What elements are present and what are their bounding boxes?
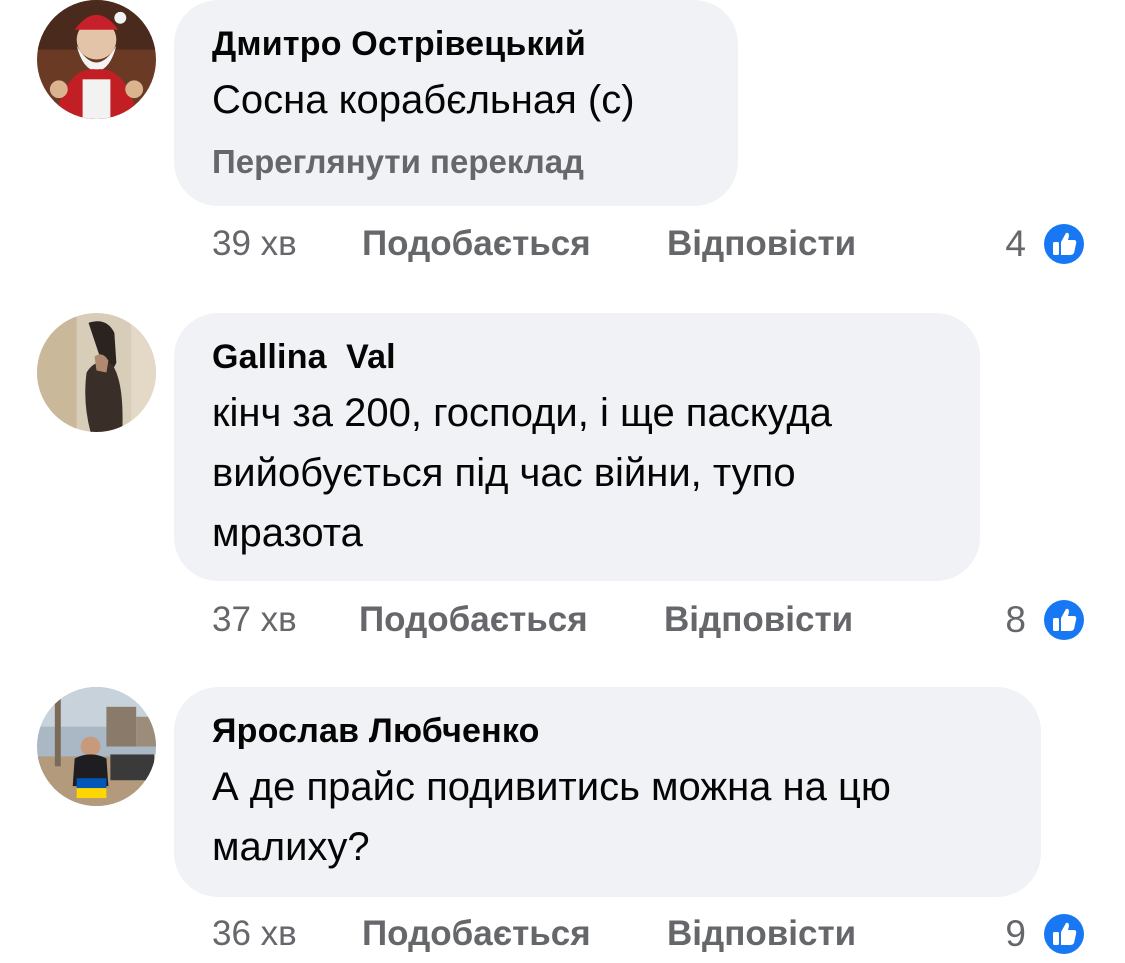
comment-text: Сосна корабєльная (с) bbox=[212, 78, 635, 122]
comment-bubble: Gallina Val кінч за 200, господи, і ще п… bbox=[174, 313, 980, 581]
like-button[interactable]: Подобається bbox=[362, 909, 591, 959]
comment-author[interactable]: Дмитро Острівецький bbox=[212, 24, 700, 64]
avatar[interactable] bbox=[37, 687, 156, 806]
comment-author[interactable]: Ярослав Любченко bbox=[212, 711, 1003, 751]
reaction-summary[interactable]: 8 bbox=[990, 595, 1090, 645]
comment-author[interactable]: Gallina Val bbox=[212, 337, 942, 377]
comment-text: А де прайс подивитись можна на цю малиху… bbox=[212, 757, 1003, 877]
reply-button[interactable]: Відповісти bbox=[667, 909, 856, 959]
comment-timestamp[interactable]: 39 хв bbox=[212, 219, 297, 269]
comment-text-line: А де прайс подивитись можна на цю bbox=[212, 765, 891, 809]
like-icon bbox=[1040, 220, 1088, 268]
reaction-summary[interactable]: 9 bbox=[990, 909, 1090, 959]
comment-text-line: кінч за 200, господи, і ще паскуда bbox=[212, 391, 832, 435]
comment-text-line: малиху? bbox=[212, 825, 370, 869]
comment-timestamp[interactable]: 36 хв bbox=[212, 909, 297, 959]
comment-bubble: Дмитро Острівецький Сосна корабєльная (с… bbox=[174, 0, 738, 206]
reaction-summary[interactable]: 4 bbox=[990, 219, 1090, 269]
avatar[interactable] bbox=[37, 0, 156, 119]
like-button[interactable]: Подобається bbox=[362, 219, 591, 269]
avatar[interactable] bbox=[37, 313, 156, 432]
see-translation-link[interactable]: Переглянути переклад bbox=[212, 142, 700, 182]
reaction-count: 4 bbox=[1005, 223, 1026, 264]
avatar-image bbox=[37, 0, 156, 119]
avatar-image bbox=[37, 313, 156, 432]
reaction-count: 8 bbox=[1005, 599, 1026, 640]
comment-timestamp[interactable]: 37 хв bbox=[212, 595, 297, 645]
like-icon bbox=[1040, 910, 1088, 958]
comment-bubble: Ярослав Любченко А де прайс подивитись м… bbox=[174, 687, 1041, 897]
comment-text-line: мразота bbox=[212, 511, 363, 555]
reply-button[interactable]: Відповісти bbox=[667, 219, 856, 269]
reply-button[interactable]: Відповісти bbox=[664, 595, 853, 645]
reaction-count: 9 bbox=[1005, 913, 1026, 954]
comment-text: кінч за 200, господи, і ще паскуда вийоб… bbox=[212, 383, 942, 563]
like-button[interactable]: Подобається bbox=[359, 595, 588, 645]
like-icon bbox=[1040, 596, 1088, 644]
comment-text-line: вийобується під час війни, тупо bbox=[212, 451, 796, 495]
avatar-image bbox=[37, 687, 156, 806]
